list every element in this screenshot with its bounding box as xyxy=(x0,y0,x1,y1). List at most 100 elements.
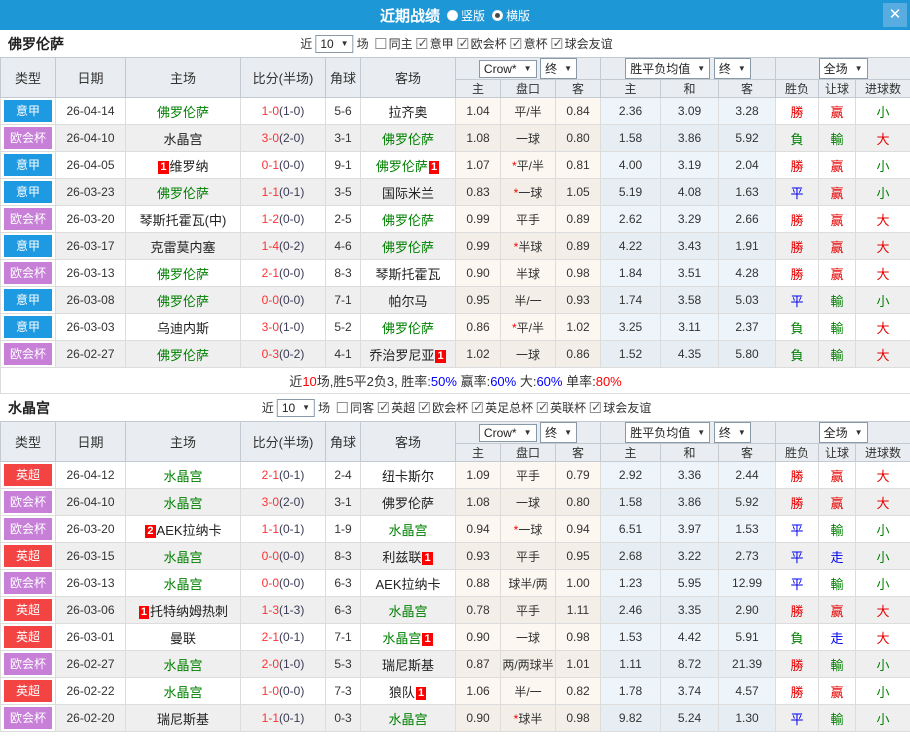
same-venue-checkbox[interactable]: 同客 xyxy=(337,399,374,416)
cell-handicap-result: 赢 xyxy=(818,596,857,624)
games-label: 场 xyxy=(356,37,369,51)
cell-away-team: 佛罗伦萨 xyxy=(360,205,456,233)
cell-lose-odds: 4.28 xyxy=(718,259,777,287)
checkbox-checked-icon[interactable] xyxy=(378,400,389,414)
cell-win-odds: 4.22 xyxy=(600,232,662,260)
europe-time-select[interactable]: 终 ▼ xyxy=(713,422,751,443)
cell-league-type: 英超 xyxy=(0,677,56,705)
cell-result: 勝 xyxy=(775,151,820,179)
cell-date: 26-04-14 xyxy=(55,97,126,125)
cell-win-odds: 1.11 xyxy=(600,650,662,678)
odds-company-select[interactable]: Crow* ▼ xyxy=(478,59,537,78)
cell-date: 26-03-20 xyxy=(55,515,126,543)
team-label: 佛罗伦萨 xyxy=(381,212,434,228)
checkbox-icon[interactable] xyxy=(337,402,349,413)
cell-result: 平 xyxy=(775,286,820,314)
scope-select[interactable]: 全场 ▼ xyxy=(818,58,868,79)
team-label: 帕尔马 xyxy=(388,293,428,309)
close-icon[interactable]: ✕ xyxy=(883,3,907,27)
cell-handicap-result: 輸 xyxy=(818,340,857,368)
checkbox-checked-icon[interactable] xyxy=(590,400,601,414)
europe-odds-select[interactable]: 胜平负均值 ▼ xyxy=(625,422,711,443)
cell-draw-odds: 3.51 xyxy=(660,259,720,287)
odds-company-select[interactable]: Crow* ▼ xyxy=(478,423,537,442)
match-row: 意甲 26-03-08 佛罗伦萨 0-0(0-0) 7-1 帕尔马 0.95 半/一 0.93 1… xyxy=(0,286,910,314)
scope-select[interactable]: 全场 ▼ xyxy=(818,422,868,443)
layout-option-vertical[interactable]: 竖版 xyxy=(446,7,485,24)
cell-home-odds: 0.86 xyxy=(455,313,501,341)
odds-time-select[interactable]: 终 ▼ xyxy=(540,58,578,79)
radio-checked-icon[interactable] xyxy=(492,9,503,21)
europe-odds-select[interactable]: 胜平负均值 ▼ xyxy=(625,58,711,79)
odds-time-select[interactable]: 终 ▼ xyxy=(540,422,578,443)
league-filter-checkbox[interactable]: 意甲 xyxy=(416,35,454,52)
layout-option-horizontal[interactable]: 横版 xyxy=(492,7,530,24)
cell-away-odds: 0.86 xyxy=(554,340,602,368)
cell-league-type: 意甲 xyxy=(0,151,56,179)
cell-away-team: 帕尔马 xyxy=(360,286,456,314)
cell-away-odds: 0.81 xyxy=(554,151,602,179)
cell-lose-odds: 2.04 xyxy=(718,151,777,179)
cell-corners: 9-1 xyxy=(325,151,361,179)
cell-league-type: 欧会杯 xyxy=(0,488,56,516)
cell-draw-odds: 3.86 xyxy=(660,488,720,516)
checkbox-checked-icon[interactable] xyxy=(416,36,428,50)
match-row: 英超 26-03-01 曼联 2-1(0-1) 7-1 水晶宫 1 0.90 一球 0.98 1.5… xyxy=(0,623,910,651)
cell-goals-result: 小 xyxy=(855,650,910,678)
cell-away-team: 佛罗伦萨 xyxy=(360,232,456,260)
cell-league-type: 意甲 xyxy=(0,178,56,206)
chevron-down-icon: ▼ xyxy=(564,428,573,437)
cell-score: 0-0(0-0) xyxy=(240,286,326,314)
cell-handicap: *一球 xyxy=(500,178,556,206)
cell-home-odds: 1.06 xyxy=(455,677,501,705)
team-name: 佛罗伦萨 xyxy=(8,35,64,52)
europe-odds-group-header: 胜平负均值 ▼ 终 ▼ xyxy=(600,57,777,80)
checkbox-checked-icon[interactable] xyxy=(537,400,548,414)
checkbox-checked-icon[interactable] xyxy=(510,36,522,50)
league-filter-checkbox[interactable]: 英超 xyxy=(378,399,415,416)
sub-header-result: 胜负 xyxy=(775,79,820,98)
same-venue-checkbox[interactable]: 同主 xyxy=(375,35,413,52)
cell-lose-odds: 1.91 xyxy=(718,232,777,260)
cell-home-team: 乌迪内斯 xyxy=(125,313,241,341)
league-filter-checkbox[interactable]: 英足总杯 xyxy=(472,399,533,416)
cell-result: 平 xyxy=(775,515,820,543)
cell-away-odds: 0.84 xyxy=(554,97,602,125)
cell-handicap: 一球 xyxy=(500,124,556,152)
cell-win-odds: 2.68 xyxy=(600,542,662,570)
checkbox-checked-icon[interactable] xyxy=(419,400,430,414)
recent-count-select[interactable]: 10 ▼ xyxy=(315,34,354,53)
cell-home-odds: 0.90 xyxy=(455,259,501,287)
team-label: 水晶宫 xyxy=(382,630,422,646)
cell-result: 負 xyxy=(775,340,820,368)
league-filter-checkbox[interactable]: 球会友谊 xyxy=(590,399,651,416)
recent-matches-table: 类型 日期 主场 比分(半场) 角球 客场 Crow* ▼ 终 ▼ 胜平负均值 ▼ 终… xyxy=(0,421,910,732)
checkbox-icon[interactable] xyxy=(375,38,387,49)
cell-away-odds: 1.00 xyxy=(554,569,602,597)
league-filter-checkbox[interactable]: 意杯 xyxy=(510,35,548,52)
chevron-down-icon: ▼ xyxy=(523,428,532,437)
cell-score: 1-1(0-1) xyxy=(240,515,326,543)
cell-home-team: 水晶宫 xyxy=(125,569,241,597)
checkbox-checked-icon[interactable] xyxy=(457,36,469,50)
cell-win-odds: 1.58 xyxy=(600,488,662,516)
cell-score: 1-1(0-1) xyxy=(240,704,326,732)
league-filter-checkbox[interactable]: 球会友谊 xyxy=(551,35,613,52)
match-row: 意甲 26-04-05 1 维罗纳 0-1(0-0) 9-1 佛罗伦萨 1 1.07 *平/半 0.… xyxy=(0,151,910,179)
league-filter-checkbox[interactable]: 欧会杯 xyxy=(419,399,468,416)
recent-count-select[interactable]: 10 ▼ xyxy=(276,398,316,417)
league-filter-checkbox[interactable]: 英联杯 xyxy=(537,399,586,416)
europe-time-select[interactable]: 终 ▼ xyxy=(713,58,751,79)
league-filter-checkbox[interactable]: 欧会杯 xyxy=(457,35,507,52)
cell-corners: 7-1 xyxy=(325,286,361,314)
chevron-down-icon: ▼ xyxy=(697,428,706,437)
cell-home-team: 水晶宫 xyxy=(125,542,241,570)
radio-icon[interactable] xyxy=(446,9,458,21)
checkbox-checked-icon[interactable] xyxy=(551,36,563,50)
cell-home-odds: 0.95 xyxy=(455,286,501,314)
cell-lose-odds: 3.28 xyxy=(718,97,777,125)
col-header-date: 日期 xyxy=(55,421,126,462)
match-row: 英超 26-04-12 水晶宫 2-1(0-1) 2-4 纽卡斯尔 1.09 平手 0.79 2.… xyxy=(0,461,910,489)
col-header-score: 比分(半场) xyxy=(240,57,326,98)
checkbox-checked-icon[interactable] xyxy=(472,400,483,414)
